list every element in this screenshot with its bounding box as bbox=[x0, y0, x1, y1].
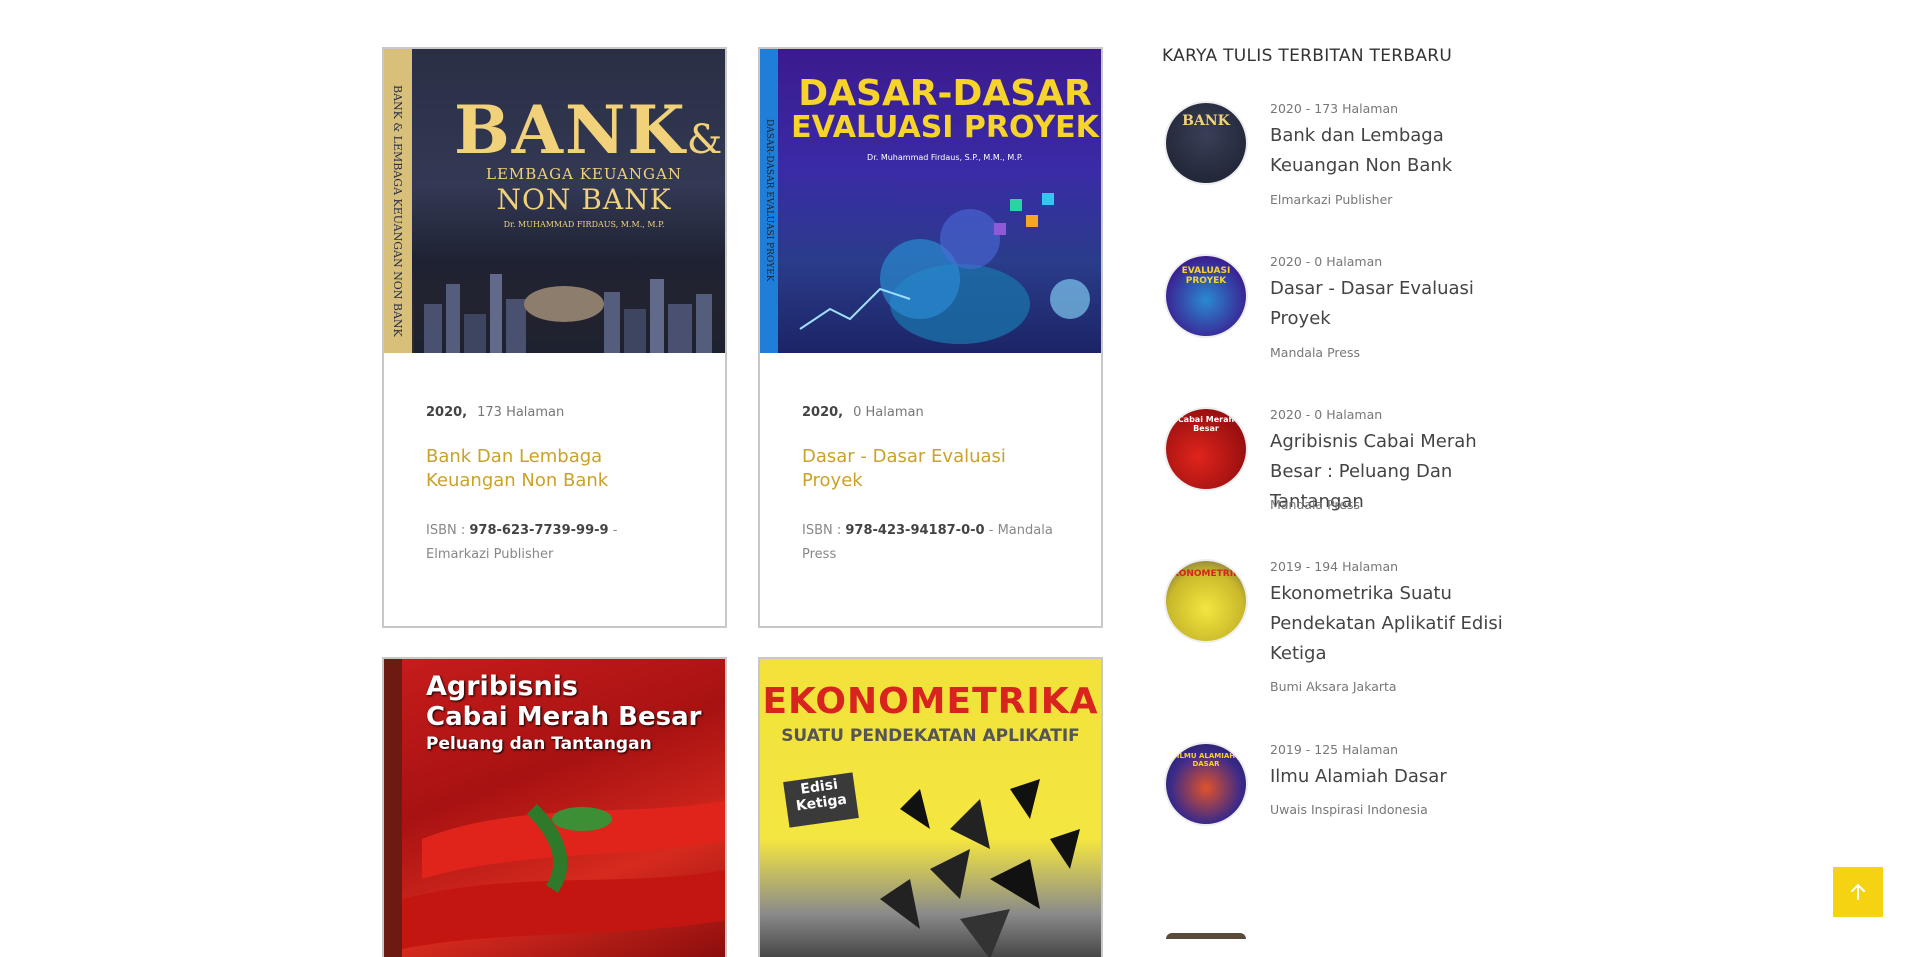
sidebar-book-title-link[interactable]: Ekonometrika Suatu Pendekatan Aplikatif … bbox=[1270, 579, 1528, 669]
sidebar-book-item[interactable]: EVALUASI PROYEK 2020 - 0 Halaman Dasar -… bbox=[1162, 248, 1522, 368]
sidebar-book-item-partial[interactable] bbox=[1166, 933, 1246, 939]
sidebar-heading: KARYA TULIS TERBITAN TERBARU bbox=[1162, 46, 1453, 66]
cover-spine-text: DASAR-DASAR EVALUASI PROYEK bbox=[764, 119, 774, 282]
book-meta: 2020, 173 Halaman bbox=[426, 405, 564, 420]
book-card[interactable]: EKONOMETRIKA SUATU PENDEKATAN APLIKATIF … bbox=[758, 657, 1103, 957]
book-cover-image[interactable]: EKONOMETRIKA SUATU PENDEKATAN APLIKATIF … bbox=[760, 659, 1101, 957]
sidebar-book-meta: 2020 - 0 Halaman bbox=[1270, 254, 1383, 269]
cover-title-line1: EKONOMETRIKA bbox=[762, 681, 1099, 722]
sidebar-book-item[interactable]: EKONOMETRIKA 2019 - 194 Halaman Ekonomet… bbox=[1162, 553, 1522, 703]
cover-author: Dr. MUHAMMAD FIRDAUS, M.M., M.P. bbox=[503, 220, 665, 229]
isbn-label: ISBN : bbox=[426, 523, 466, 538]
thumbnail-text: EVALUASI PROYEK bbox=[1181, 266, 1231, 286]
sidebar-book-publisher: Elmarkazi Publisher bbox=[1270, 192, 1393, 207]
cover-title-line1: DASAR-DASAR bbox=[798, 73, 1092, 114]
sidebar-book-item[interactable]: ILMU ALAMIAH DASAR 2019 - 125 Halaman Il… bbox=[1162, 736, 1522, 836]
back-to-top-button[interactable] bbox=[1833, 867, 1883, 917]
book-info-panel: 2020, 173 Halaman Bank Dan Lembaga Keuang… bbox=[384, 353, 709, 562]
book-cover-image[interactable]: BANK & LEMBAGA KEUANGAN NON BANK BANK& L… bbox=[384, 49, 725, 353]
cover-subtitle: LEMBAGA KEUANGAN bbox=[486, 165, 682, 183]
book-isbn: ISBN : 978-423-94187-0-0 - Mandala Press bbox=[802, 519, 1062, 567]
book-cover-image[interactable]: DASAR-DASAR EVALUASI PROYEK DASAR-DASAR … bbox=[760, 49, 1101, 353]
book-meta: 2020, 0 Halaman bbox=[802, 405, 924, 420]
book-publisher: Elmarkazi Publisher bbox=[426, 547, 554, 562]
arrow-up-icon bbox=[1851, 884, 1865, 900]
cover-title-line2: Cabai Merah Besar bbox=[426, 702, 702, 732]
book-title-link[interactable]: Dasar - Dasar Evaluasi Proyek bbox=[802, 445, 1052, 493]
book-year: 2020, bbox=[802, 405, 844, 420]
sidebar-book-meta: 2020 - 0 Halaman bbox=[1270, 407, 1383, 422]
book-card[interactable]: DASAR-DASAR EVALUASI PROYEK DASAR-DASAR … bbox=[758, 47, 1103, 628]
isbn-value: 978-423-94187-0-0 bbox=[845, 523, 985, 538]
sidebar-book-item[interactable]: BANK 2020 - 173 Halaman Bank dan Lembaga… bbox=[1162, 95, 1522, 215]
sidebar-book-meta: 2020 - 173 Halaman bbox=[1270, 101, 1399, 116]
sidebar-book-meta: 2019 - 125 Halaman bbox=[1270, 742, 1399, 757]
cover-title-line1: Agribisnis bbox=[426, 671, 578, 702]
sidebar-book-publisher: Mandala Press bbox=[1270, 345, 1360, 360]
cover-title-big: BANK bbox=[454, 91, 687, 169]
thumbnail-text: ILMU ALAMIAH DASAR bbox=[1176, 752, 1236, 768]
book-isbn: ISBN : 978-623-7739-99-9 - Elmarkazi Publ… bbox=[426, 519, 686, 567]
book-card[interactable]: Agribisnis Cabai Merah Besar Peluang dan… bbox=[382, 657, 727, 957]
sidebar-book-publisher: Mandala Press bbox=[1270, 497, 1360, 512]
thumbnail-text: EKONOMETRIKA bbox=[1166, 569, 1246, 579]
book-pages: 0 Halaman bbox=[853, 405, 924, 420]
book-thumbnail[interactable]: ILMU ALAMIAH DASAR bbox=[1166, 744, 1246, 824]
book-info-panel: 2020, 0 Halaman Dasar - Dasar Evaluasi Pr… bbox=[760, 353, 1085, 562]
thumbnail-text: Cabai Merah Besar bbox=[1177, 415, 1235, 433]
book-thumbnail[interactable]: Cabai Merah Besar bbox=[1166, 409, 1246, 489]
book-pages: 173 Halaman bbox=[477, 405, 565, 420]
cover-title-line2: SUATU PENDEKATAN APLIKATIF bbox=[781, 726, 1080, 746]
isbn-value: 978-623-7739-99-9 bbox=[469, 523, 609, 538]
book-thumbnail[interactable]: EVALUASI PROYEK bbox=[1166, 256, 1246, 336]
cover-author: Dr. Muhammad Firdaus, S.P., M.M., M.P. bbox=[867, 153, 1023, 162]
cover-subtitle: Peluang dan Tantangan bbox=[426, 734, 652, 754]
isbn-label: ISBN : bbox=[802, 523, 842, 538]
isbn-separator: - bbox=[988, 523, 994, 538]
book-year: 2020, bbox=[426, 405, 468, 420]
cover-spine-text: BANK & LEMBAGA KEUANGAN NON BANK bbox=[391, 85, 404, 337]
sidebar-book-publisher: Bumi Aksara Jakarta bbox=[1270, 679, 1397, 694]
cover-title-line2: EVALUASI PROYEK bbox=[791, 110, 1099, 145]
book-thumbnail[interactable]: BANK bbox=[1166, 103, 1246, 183]
cover-subtitle-2: NON BANK bbox=[496, 183, 672, 216]
city-skyline-illustration bbox=[424, 274, 712, 353]
thumbnail-text: BANK bbox=[1182, 113, 1230, 129]
isbn-separator: - bbox=[612, 523, 618, 538]
book-cover-image[interactable]: Agribisnis Cabai Merah Besar Peluang dan… bbox=[384, 659, 725, 957]
sidebar-book-title-link[interactable]: Dasar - Dasar Evaluasi Proyek bbox=[1270, 274, 1528, 334]
sidebar-book-meta: 2019 - 194 Halaman bbox=[1270, 559, 1399, 574]
sidebar-book-item[interactable]: Cabai Merah Besar 2020 - 0 Halaman Agrib… bbox=[1162, 401, 1522, 521]
sidebar-book-title-link[interactable]: Ilmu Alamiah Dasar bbox=[1270, 762, 1528, 792]
book-thumbnail[interactable]: EKONOMETRIKA bbox=[1166, 561, 1246, 641]
chili-peppers-illustration bbox=[402, 800, 725, 949]
book-title-link[interactable]: Bank Dan Lembaga Keuangan Non Bank bbox=[426, 445, 676, 493]
shattered-shapes-illustration bbox=[880, 779, 1080, 957]
sidebar-book-publisher: Uwais Inspirasi Indonesia bbox=[1270, 802, 1428, 817]
digital-globe-illustration bbox=[799, 193, 1090, 344]
sidebar-book-title-link[interactable]: Bank dan Lembaga Keuangan Non Bank bbox=[1270, 121, 1528, 181]
book-card[interactable]: BANK & LEMBAGA KEUANGAN NON BANK BANK& L… bbox=[382, 47, 727, 628]
cover-title-amp: & bbox=[686, 117, 723, 163]
